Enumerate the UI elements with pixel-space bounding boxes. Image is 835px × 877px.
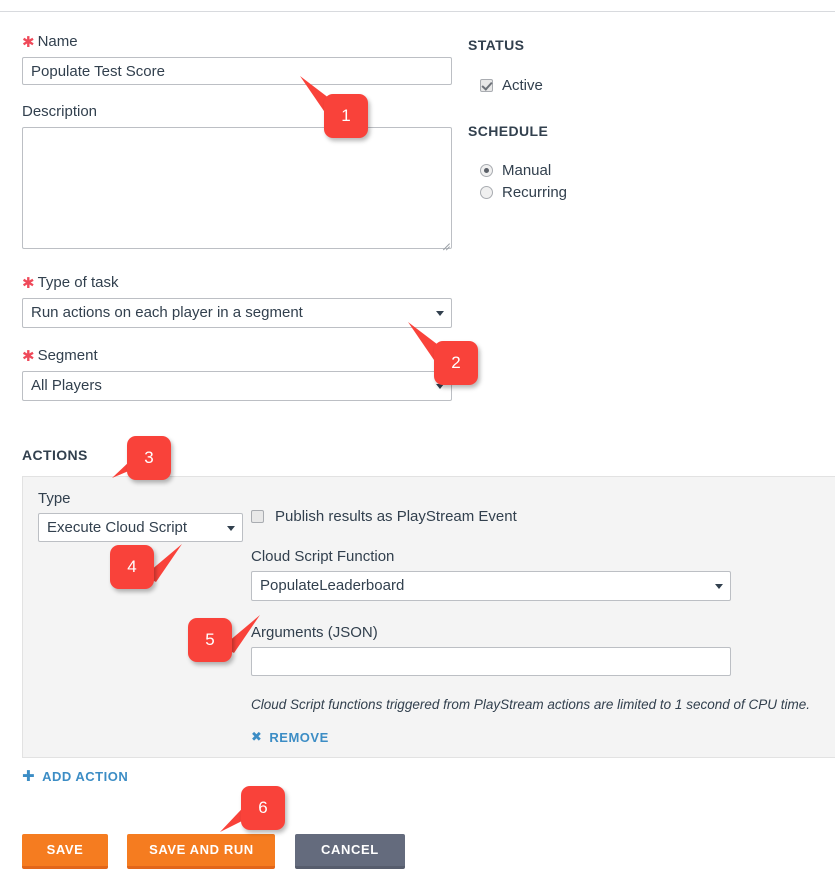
required-asterisk-icon: ✱ — [22, 347, 35, 365]
cloud-script-function-select[interactable]: PopulateLeaderboard — [251, 571, 731, 601]
active-checkbox[interactable] — [480, 78, 493, 92]
callout-3: 3 — [127, 436, 171, 480]
description-wrapper — [22, 127, 452, 249]
publish-results-checkbox[interactable] — [251, 509, 264, 523]
add-action-label: ADD ACTION — [42, 769, 129, 784]
type-of-task-label-text: Type of task — [37, 274, 119, 291]
right-options-column: STATUS Active SCHEDULE Manual Recurring — [468, 37, 808, 203]
action-type-label: Type — [38, 490, 71, 507]
segment-select-wrapper[interactable]: All Players — [22, 371, 452, 401]
description-textarea[interactable] — [22, 127, 452, 249]
callout-6: 6 — [241, 786, 285, 830]
callout-5: 5 — [188, 618, 232, 662]
type-of-task-select[interactable]: Run actions on each player in a segment — [22, 298, 452, 328]
schedule-option-manual[interactable]: Manual — [480, 159, 808, 181]
callout-1: 1 — [324, 94, 368, 138]
actions-heading: ACTIONS — [22, 447, 88, 463]
recurring-label: Recurring — [502, 183, 568, 201]
arguments-json-label: Arguments (JSON) — [251, 624, 378, 641]
left-form-column: ✱Name Description ✱Type of task Run acti… — [22, 32, 452, 401]
publish-results-row[interactable]: Publish results as PlayStream Event — [251, 507, 821, 525]
schedule-heading: SCHEDULE — [468, 123, 549, 139]
plus-icon: ✚ — [22, 767, 36, 785]
callout-2: 2 — [434, 341, 478, 385]
action-type-select-wrapper[interactable]: Execute Cloud Script — [38, 513, 243, 543]
manual-radio[interactable] — [480, 163, 493, 177]
cloud-script-function-select-wrapper[interactable]: PopulateLeaderboard — [251, 571, 731, 601]
active-checkbox-row[interactable]: Active — [480, 74, 808, 96]
arguments-json-input[interactable] — [251, 647, 731, 676]
name-field-label: ✱ Name — [22, 32, 452, 51]
description-field-label: Description — [22, 103, 98, 120]
publish-results-label: Publish results as PlayStream Event — [275, 507, 517, 525]
top-divider — [0, 11, 835, 12]
name-label-text: Name — [37, 33, 78, 50]
action-card: Type Execute Cloud Script Publish result… — [22, 476, 835, 758]
segment-select[interactable]: All Players — [22, 371, 452, 401]
action-type-select[interactable]: Execute Cloud Script — [38, 513, 243, 542]
close-x-icon: ✖ — [251, 730, 263, 745]
cancel-button[interactable]: CANCEL — [294, 834, 405, 869]
name-input[interactable] — [22, 57, 452, 85]
form-button-bar: SAVE SAVE AND RUN CANCEL — [22, 834, 405, 869]
manual-label: Manual — [502, 161, 552, 179]
action-details: Publish results as PlayStream Event Clou… — [251, 507, 821, 746]
remove-action-label: REMOVE — [269, 730, 329, 745]
type-of-task-field-label: ✱ Type of task — [22, 273, 452, 292]
status-heading: STATUS — [468, 37, 525, 53]
type-of-task-select-wrapper[interactable]: Run actions on each player in a segment — [22, 298, 452, 328]
required-asterisk-icon: ✱ — [22, 33, 35, 51]
add-action-link[interactable]: ✚ ADD ACTION — [22, 767, 129, 785]
callout-4: 4 — [110, 545, 154, 589]
save-button[interactable]: SAVE — [22, 834, 108, 869]
recurring-radio[interactable] — [480, 185, 493, 199]
segment-field-label: ✱ Segment — [22, 346, 452, 365]
required-asterisk-icon: ✱ — [22, 274, 35, 292]
schedule-option-recurring[interactable]: Recurring — [480, 181, 808, 203]
active-label: Active — [502, 76, 543, 94]
remove-action-link[interactable]: ✖ REMOVE — [251, 730, 329, 745]
cloud-script-function-label: Cloud Script Function — [251, 548, 395, 565]
segment-label-text: Segment — [37, 347, 98, 364]
cpu-time-helper-note: Cloud Script functions triggered from Pl… — [251, 697, 810, 712]
